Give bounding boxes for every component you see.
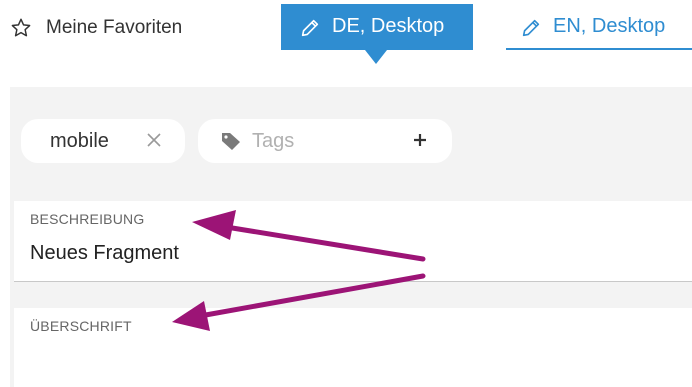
- description-label: BESCHREIBUNG: [30, 211, 145, 227]
- heading-label: ÜBERSCHRIFT: [30, 318, 132, 334]
- active-tab-caret: [365, 50, 387, 64]
- tag-icon: [222, 133, 240, 150]
- plus-icon[interactable]: [412, 132, 428, 148]
- tab-label: EN, Desktop: [553, 15, 666, 37]
- star-icon: [11, 18, 31, 37]
- favorites-label: Meine Favoriten: [46, 17, 183, 38]
- tag-input[interactable]: Tags: [198, 119, 452, 163]
- tag-chip-mobile: mobile: [21, 119, 185, 163]
- heading-field[interactable]: ÜBERSCHRIFT: [14, 308, 692, 387]
- tag-input-placeholder: Tags: [252, 129, 295, 152]
- top-bar: Meine Favoriten DE, Desktop EN, Desktop: [0, 0, 692, 64]
- tab-en-desktop[interactable]: EN, Desktop: [506, 4, 692, 50]
- tab-de-desktop[interactable]: DE, Desktop: [281, 4, 473, 50]
- pencil-icon: [522, 19, 540, 37]
- pencil-icon: [301, 19, 319, 37]
- tab-label: DE, Desktop: [332, 15, 445, 37]
- tag-chip-label: mobile: [50, 129, 109, 152]
- description-value[interactable]: Neues Fragment: [30, 242, 179, 265]
- close-icon[interactable]: [145, 131, 163, 149]
- favorites-link[interactable]: Meine Favoriten: [10, 13, 182, 43]
- description-field[interactable]: BESCHREIBUNG Neues Fragment: [14, 201, 692, 282]
